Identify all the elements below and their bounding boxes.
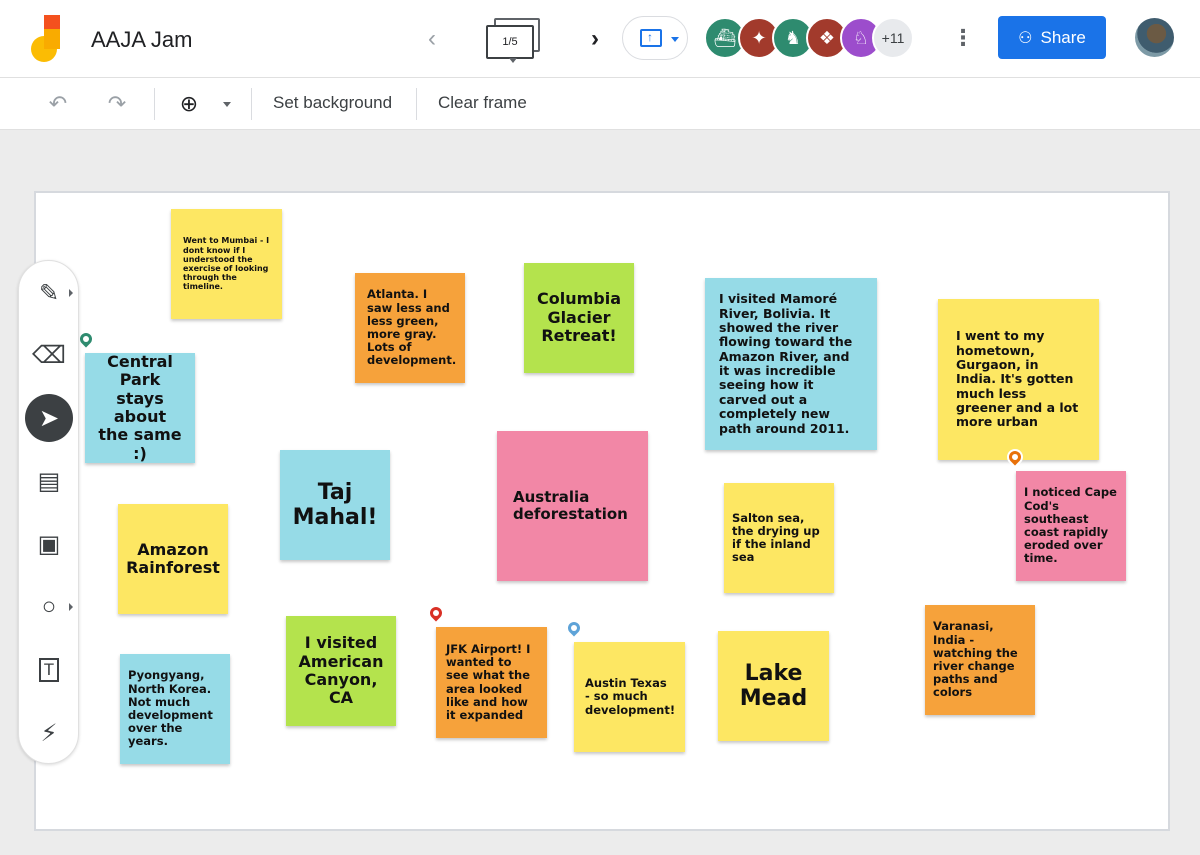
- sticky-note[interactable]: I visited American Canyon, CA: [286, 616, 396, 726]
- sticky-note[interactable]: Amazon Rainforest: [118, 504, 228, 614]
- text-box-icon: T: [38, 658, 60, 682]
- sticky-note[interactable]: Columbia Glacier Retreat!: [524, 263, 634, 373]
- present-button[interactable]: ↑: [622, 16, 688, 60]
- sticky-note[interactable]: Pyongyang, North Korea. Not much develop…: [120, 654, 230, 764]
- share-button[interactable]: ⚇ Share: [998, 16, 1106, 59]
- clear-frame-button[interactable]: Clear frame: [438, 93, 527, 113]
- expand-submenu-icon: [69, 289, 73, 297]
- user-avatar[interactable]: [1135, 18, 1174, 57]
- toolbar-divider: [154, 88, 155, 120]
- previous-frame-icon[interactable]: ‹: [420, 25, 444, 53]
- more-options-icon[interactable]: ⋮: [952, 24, 974, 54]
- share-button-label: Share: [1040, 27, 1086, 47]
- circle-icon: ○: [41, 593, 57, 620]
- zoom-icon[interactable]: ⊕: [175, 90, 203, 118]
- sticky-note[interactable]: JFK Airport! I wanted to see what the ar…: [436, 627, 547, 738]
- laser-tool[interactable]: ⚡: [25, 709, 73, 757]
- undo-icon[interactable]: ↶: [44, 90, 72, 118]
- chevron-down-icon[interactable]: [223, 102, 231, 107]
- sticky-note-tool[interactable]: ▤: [25, 457, 73, 505]
- next-frame-icon[interactable]: ›: [583, 25, 607, 53]
- upload-arrow-icon: ↑: [647, 30, 653, 44]
- app-title[interactable]: AAJA Jam: [91, 27, 192, 53]
- frame-indicator[interactable]: 1/5: [484, 18, 544, 64]
- sticky-note[interactable]: Taj Mahal!: [280, 450, 390, 560]
- frame-toolbar: ↶ ↷ ⊕ Set background Clear frame: [0, 78, 1200, 130]
- sticky-note[interactable]: I noticed Cape Cod's southeast coast rap…: [1016, 471, 1126, 581]
- sticky-note[interactable]: Salton sea, the drying up if the inland …: [724, 483, 834, 593]
- laser-icon: ⚡: [40, 719, 58, 747]
- sticky-note[interactable]: Lake Mead: [718, 631, 829, 741]
- image-tool[interactable]: ▣: [25, 520, 73, 568]
- pen-icon: ✎: [38, 279, 60, 307]
- shape-tool[interactable]: ○: [25, 583, 73, 631]
- app-header: AAJA Jam ‹ 1/5 › ↑ ⛴ ✦ ♞ ❖ ♘ +11 ⋮ ⚇ Sha…: [0, 0, 1200, 78]
- toolbar-divider: [416, 88, 417, 120]
- toolbar-divider: [251, 88, 252, 120]
- sticky-note[interactable]: Atlanta. I saw less and less green, more…: [355, 273, 465, 383]
- chevron-down-icon[interactable]: [671, 37, 679, 42]
- jamboard-logo: [30, 15, 66, 63]
- eraser-icon: ⌫: [32, 341, 66, 369]
- chevron-down-icon: [509, 58, 517, 63]
- more-collaborators-badge[interactable]: +11: [872, 17, 914, 59]
- share-people-icon: ⚇: [1018, 29, 1033, 47]
- sticky-note[interactable]: Central Park stays about the same :): [85, 352, 195, 463]
- expand-submenu-icon: [69, 603, 73, 611]
- set-background-button[interactable]: Set background: [273, 93, 392, 113]
- sticky-note[interactable]: Went to Mumbai - I dont know if I unders…: [171, 209, 282, 319]
- redo-icon[interactable]: ↷: [103, 90, 131, 118]
- sticky-note[interactable]: Austin Texas - so much development!: [574, 642, 685, 752]
- sticky-note-icon: ▤: [37, 467, 61, 495]
- sticky-note[interactable]: I visited Mamoré River, Bolivia. It show…: [705, 278, 877, 450]
- cursor-arrow-icon: ➤: [38, 404, 60, 432]
- image-icon: ▣: [37, 530, 61, 558]
- tool-palette: ✎ ⌫ ➤ ▤ ▣ ○ T ⚡: [18, 260, 79, 764]
- sticky-note[interactable]: I went to my hometown, Gurgaon, in India…: [938, 299, 1099, 460]
- sticky-note[interactable]: Australia deforestation: [497, 431, 648, 581]
- sticky-note[interactable]: Varanasi, India - watching the river cha…: [925, 605, 1035, 715]
- select-tool[interactable]: ➤: [25, 394, 73, 442]
- frame-counter: 1/5: [486, 25, 534, 59]
- eraser-tool[interactable]: ⌫: [25, 331, 73, 379]
- text-box-tool[interactable]: T: [25, 646, 73, 694]
- pen-tool[interactable]: ✎: [25, 269, 73, 317]
